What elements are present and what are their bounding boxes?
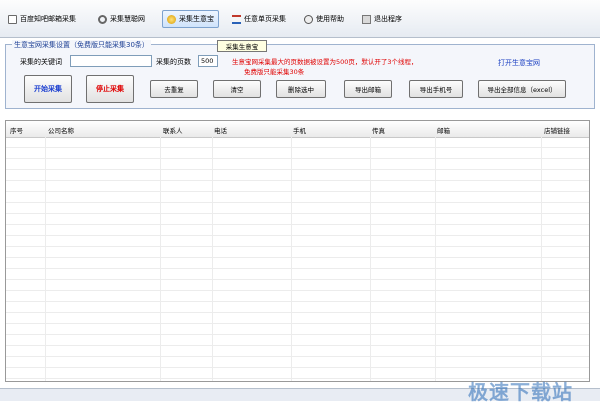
table-body[interactable] — [6, 137, 589, 381]
export-all-button[interactable]: 导出全部信息（excel） — [478, 80, 566, 98]
toolbar-baidu-email-button[interactable]: 百度知吧邮箱采集 — [4, 10, 80, 28]
column-header[interactable]: 传真 — [372, 125, 385, 135]
pages-label: 采集的页数 — [156, 58, 191, 66]
toolbar-exit-button[interactable]: 退出程序 — [358, 10, 406, 28]
column-header[interactable]: 序号 — [10, 125, 23, 135]
column-header[interactable]: 联系人 — [163, 125, 183, 135]
open-site-link[interactable]: 打开生意宝网 — [498, 58, 540, 68]
stop-button[interactable]: 停止采集 — [86, 75, 134, 103]
column-header[interactable]: 邮箱 — [437, 125, 450, 135]
tooltip: 采集生意宝 — [217, 40, 267, 52]
panel-title: 生意宝网采集设置（免费版只能采集30条） — [12, 40, 151, 50]
toolbar-label: 采集生意宝 — [179, 15, 214, 23]
watermark: 极速下载站 — [468, 380, 573, 404]
star-icon — [167, 14, 176, 24]
start-button[interactable]: 开始采集 — [24, 75, 72, 103]
toolbar-single-page-button[interactable]: 任意单页采集 — [228, 10, 290, 28]
keyword-label: 采集的关键词 — [20, 58, 62, 66]
toolbar-label: 退出程序 — [374, 15, 402, 23]
toolbar-label: 采集慧聪网 — [110, 15, 145, 23]
doc-icon — [8, 14, 17, 24]
notice-line1: 生意宝网采集最大的页数据被设置为500页，默认开了3个线程， — [232, 58, 418, 66]
dedupe-button[interactable]: 去重复 — [150, 80, 198, 98]
keyword-input[interactable] — [70, 55, 152, 67]
toolbar: 百度知吧邮箱采集 采集慧聪网 采集生意宝 任意单页采集 使用帮助 退出程序 — [0, 0, 600, 38]
toolbar-hc360-button[interactable]: 采集慧聪网 — [94, 10, 149, 28]
clear-button[interactable]: 清空 — [213, 80, 261, 98]
toolbar-label: 百度知吧邮箱采集 — [20, 15, 76, 23]
table-header: 序号 公司名称 联系人 电话 手机 传真 邮箱 店铺链接 — [6, 121, 589, 138]
toolbar-help-button[interactable]: 使用帮助 — [300, 10, 348, 28]
toolbar-label: 任意单页采集 — [244, 15, 286, 23]
toolbar-label: 使用帮助 — [316, 15, 344, 23]
export-email-button[interactable]: 导出邮箱 — [344, 80, 392, 98]
column-header[interactable]: 电话 — [214, 125, 227, 135]
delete-selected-button[interactable]: 删除选中 — [276, 80, 326, 98]
pages-input[interactable]: 500 — [198, 55, 218, 67]
toolbar-shengyibao-button[interactable]: 采集生意宝 — [162, 10, 219, 28]
help-icon — [304, 14, 313, 24]
gear-icon — [98, 14, 107, 24]
export-phone-button[interactable]: 导出手机号 — [409, 80, 463, 98]
column-header[interactable]: 公司名称 — [48, 125, 74, 135]
exit-icon — [362, 14, 371, 24]
column-header[interactable]: 店铺链接 — [544, 125, 570, 135]
column-header[interactable]: 手机 — [293, 125, 306, 135]
list-icon — [232, 14, 241, 24]
notice-line2: 免费版只能采集30条 — [244, 68, 305, 76]
results-table[interactable]: 序号 公司名称 联系人 电话 手机 传真 邮箱 店铺链接 — [5, 120, 590, 382]
